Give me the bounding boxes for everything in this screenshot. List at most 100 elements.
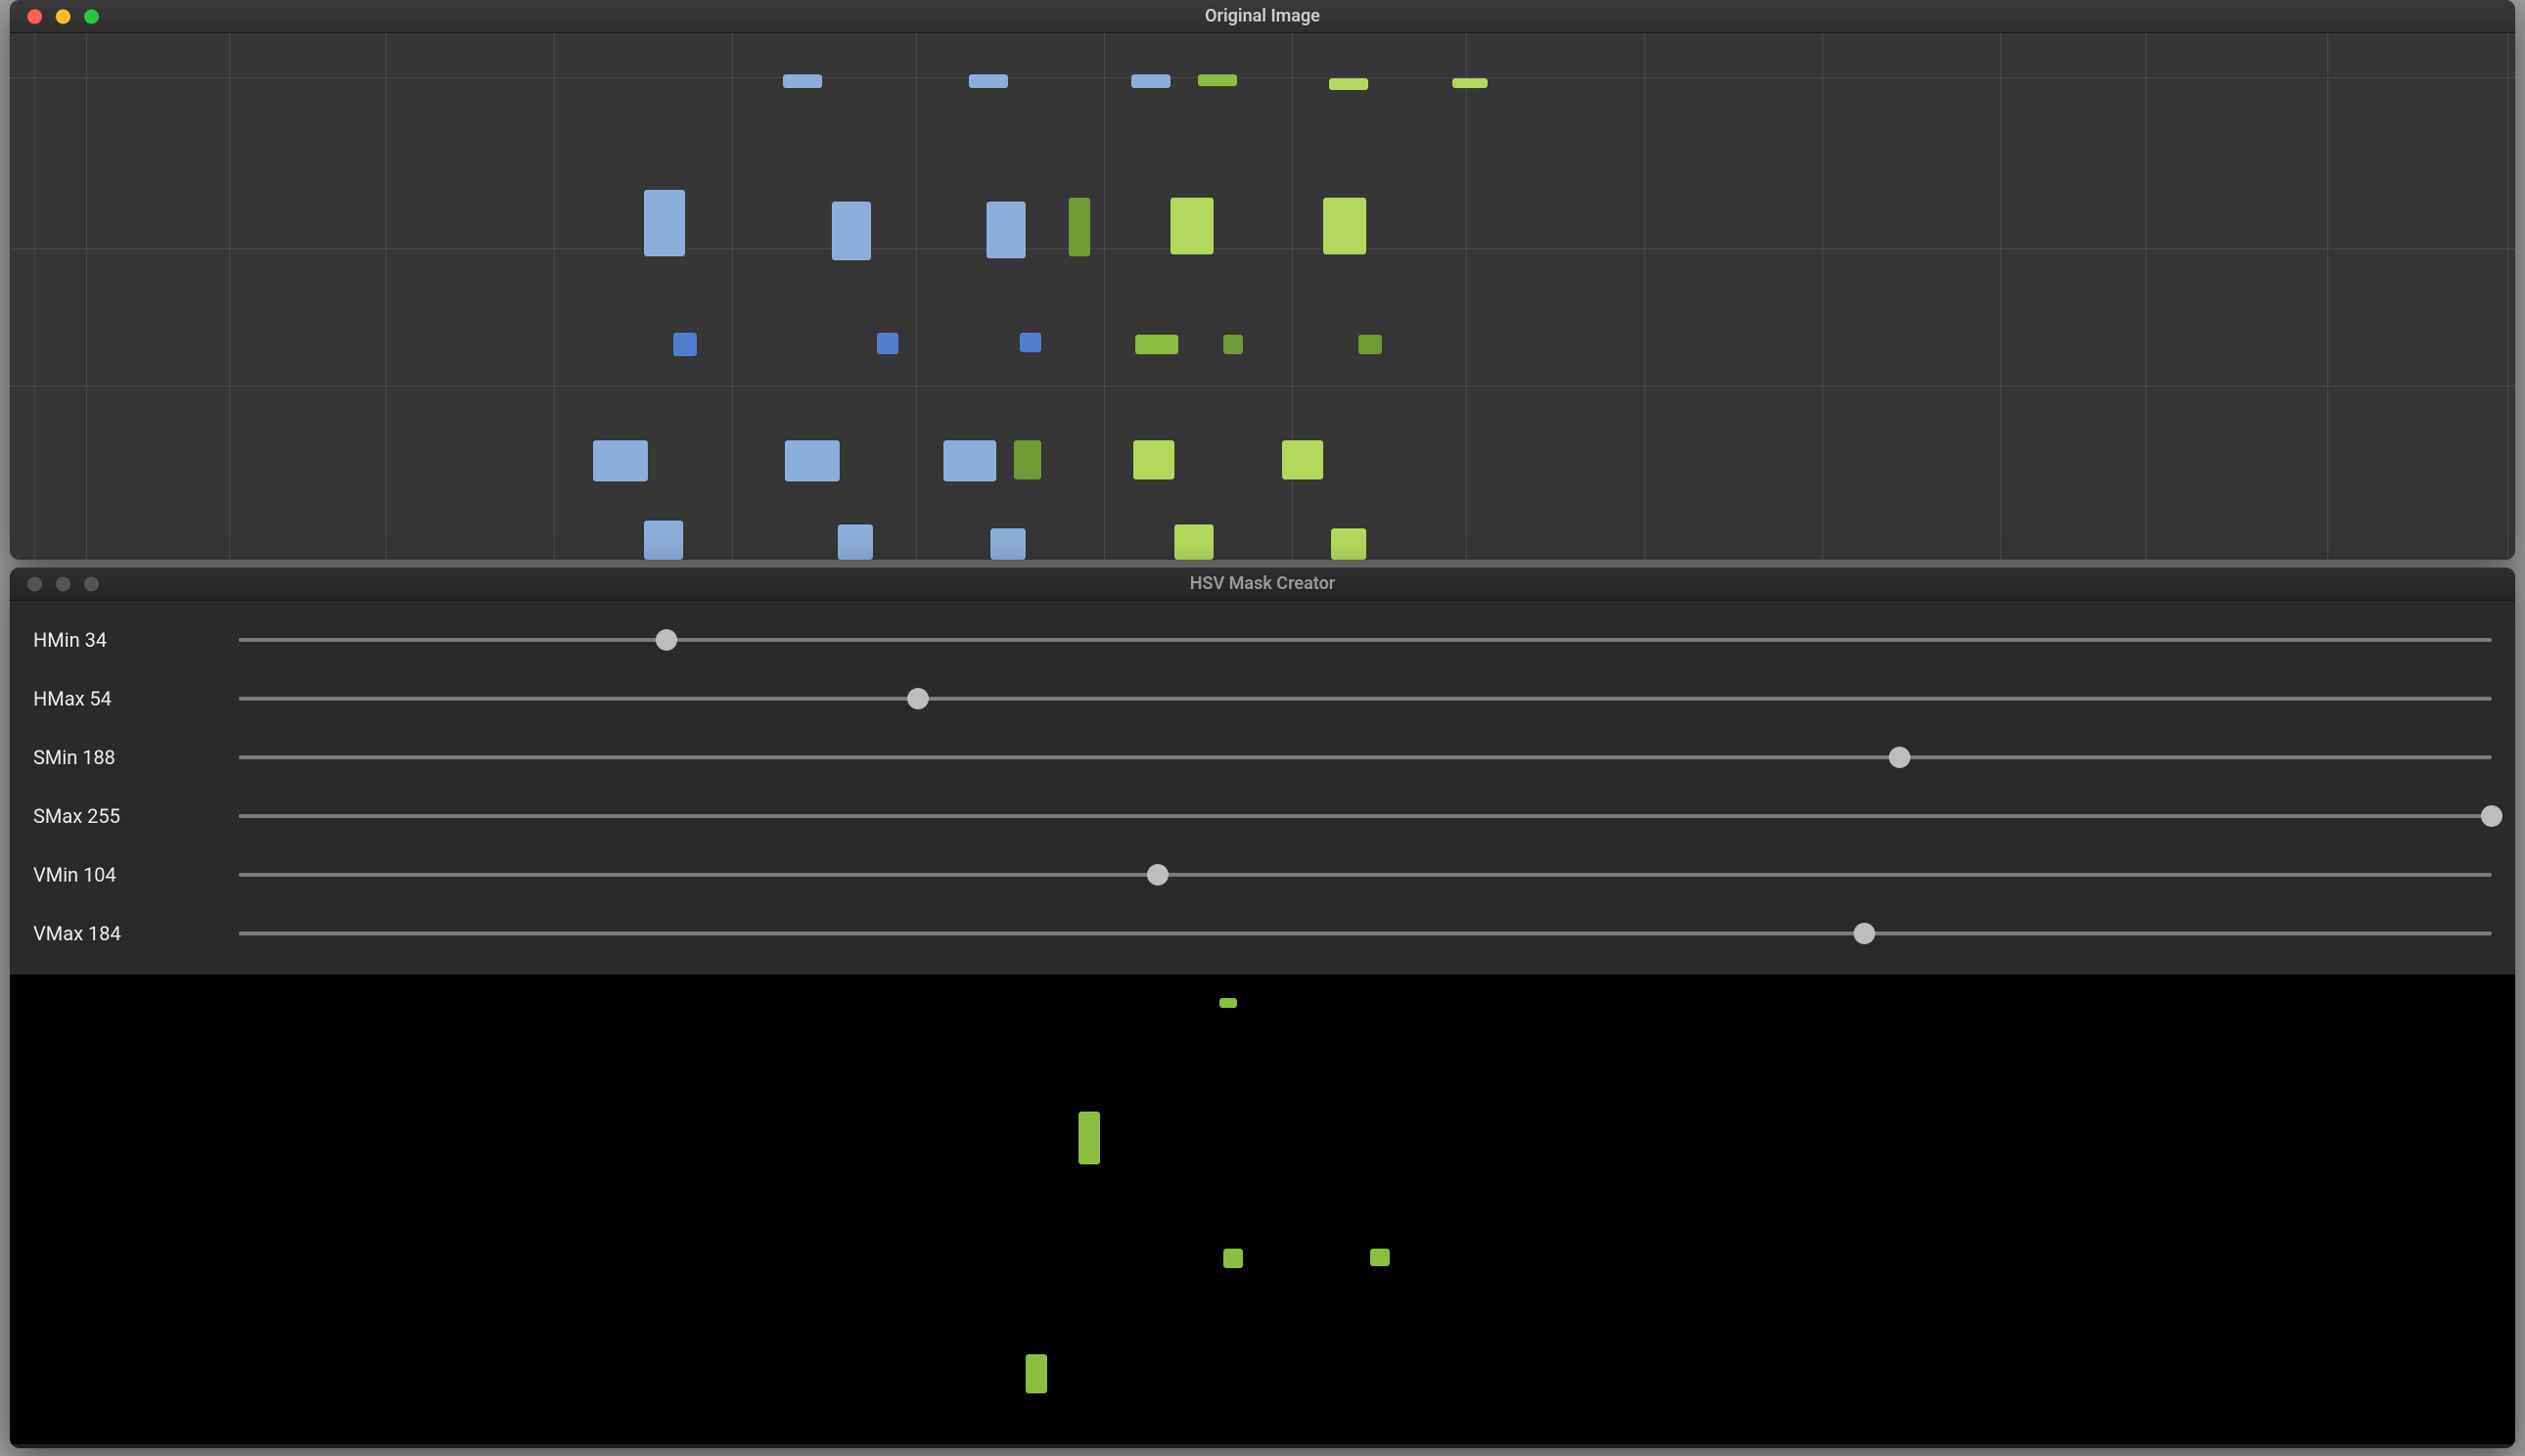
image-block — [990, 528, 1026, 560]
slider-vmax[interactable] — [239, 922, 2492, 945]
image-block — [673, 333, 697, 356]
image-block — [943, 440, 996, 481]
image-block — [1020, 333, 1041, 352]
grid-line-v — [229, 33, 230, 560]
grid-line-h — [10, 386, 2515, 387]
image-block — [832, 202, 871, 260]
slider-thumb[interactable] — [2481, 805, 2502, 827]
slider-hmax[interactable] — [239, 687, 2492, 710]
image-block — [1133, 440, 1174, 479]
slider-track — [239, 755, 2492, 759]
slider-row-hmax: HMax 54 — [33, 669, 2492, 728]
slider-smax[interactable] — [239, 804, 2492, 828]
grid-line-h — [10, 77, 2515, 78]
image-block — [987, 202, 1026, 258]
grid-line-v — [554, 33, 555, 560]
slider-thumb[interactable] — [1889, 747, 1910, 768]
slider-label: VMin 104 — [33, 863, 239, 887]
grid-line-v — [34, 33, 35, 560]
image-block — [1329, 78, 1368, 90]
slider-thumb[interactable] — [1147, 864, 1169, 886]
hsv-title: HSV Mask Creator — [1190, 573, 1335, 594]
image-block — [1135, 335, 1178, 354]
mask-block — [1223, 1249, 1243, 1268]
slider-track — [239, 697, 2492, 701]
original-titlebar[interactable]: Original Image — [10, 0, 2515, 33]
maximize-icon[interactable] — [84, 9, 99, 23]
grid-line-v — [1644, 33, 1645, 560]
grid-line-v — [732, 33, 733, 560]
image-block — [1452, 78, 1488, 88]
image-block — [1282, 440, 1323, 479]
slider-thumb[interactable] — [907, 688, 929, 709]
image-block — [1331, 528, 1366, 560]
slider-hmin[interactable] — [239, 628, 2492, 652]
original-image-canvas — [10, 33, 2515, 560]
grid-line-h — [10, 249, 2515, 250]
slider-label: SMin 188 — [33, 746, 239, 769]
grid-line-v — [1292, 33, 1293, 560]
close-icon[interactable] — [27, 576, 42, 591]
close-icon[interactable] — [27, 9, 42, 23]
slider-row-smin: SMin 188 — [33, 728, 2492, 787]
grid-line-v — [2145, 33, 2146, 560]
slider-track — [239, 932, 2492, 935]
slider-label: SMax 255 — [33, 804, 239, 828]
grid-line-v — [2000, 33, 2001, 560]
image-block — [969, 74, 1008, 88]
slider-track — [239, 873, 2492, 877]
grid-line-v — [1822, 33, 1823, 560]
traffic-lights — [27, 576, 99, 591]
slider-row-vmin: VMin 104 — [33, 845, 2492, 904]
mask-output-canvas — [10, 975, 2515, 1444]
image-block — [1174, 524, 1214, 560]
slider-smin[interactable] — [239, 746, 2492, 769]
image-block — [838, 524, 873, 560]
slider-row-hmin: HMin 34 — [33, 611, 2492, 669]
slider-thumb[interactable] — [656, 629, 677, 651]
hsv-mask-window: HSV Mask Creator HMin 34 HMax 54 SMin 188 S… — [10, 568, 2515, 1448]
grid-line-v — [916, 33, 917, 560]
grid-line-v — [386, 33, 387, 560]
image-block — [1171, 198, 1214, 254]
image-block — [1198, 74, 1237, 86]
slider-label: HMin 34 — [33, 628, 239, 652]
slider-track — [239, 638, 2492, 642]
mask-block — [1079, 1112, 1100, 1164]
mask-block — [1219, 998, 1237, 1008]
traffic-lights — [27, 9, 99, 23]
original-image-window: Original Image — [10, 0, 2515, 560]
image-block — [593, 440, 648, 481]
mask-block — [1370, 1249, 1390, 1266]
image-block — [877, 333, 898, 354]
mask-block — [1026, 1354, 1047, 1393]
image-block — [1014, 440, 1041, 479]
image-block — [783, 74, 822, 88]
minimize-icon[interactable] — [56, 9, 70, 23]
slider-vmin[interactable] — [239, 863, 2492, 887]
image-block — [1358, 335, 1382, 354]
image-block — [1323, 198, 1366, 254]
grid-line-v — [1466, 33, 1467, 560]
maximize-icon[interactable] — [84, 576, 99, 591]
slider-label: HMax 54 — [33, 687, 239, 710]
grid-line-v — [2507, 33, 2508, 560]
slider-thumb[interactable] — [1854, 923, 1875, 944]
slider-row-vmax: VMax 184 — [33, 904, 2492, 963]
slider-track — [239, 814, 2492, 818]
image-block — [1131, 74, 1171, 88]
slider-row-smax: SMax 255 — [33, 787, 2492, 845]
image-block — [644, 190, 685, 256]
slider-label: VMax 184 — [33, 922, 239, 945]
grid-line-v — [2327, 33, 2328, 560]
grid-line-v — [86, 33, 87, 560]
slider-panel: HMin 34 HMax 54 SMin 188 SMax 255 VMin 104 VM… — [10, 601, 2515, 975]
image-block — [644, 521, 683, 560]
original-title: Original Image — [1205, 6, 1320, 26]
hsv-titlebar[interactable]: HSV Mask Creator — [10, 568, 2515, 601]
grid-line-v — [1104, 33, 1105, 560]
image-block — [1223, 335, 1243, 354]
image-block — [785, 440, 840, 481]
image-block — [1069, 198, 1090, 256]
minimize-icon[interactable] — [56, 576, 70, 591]
